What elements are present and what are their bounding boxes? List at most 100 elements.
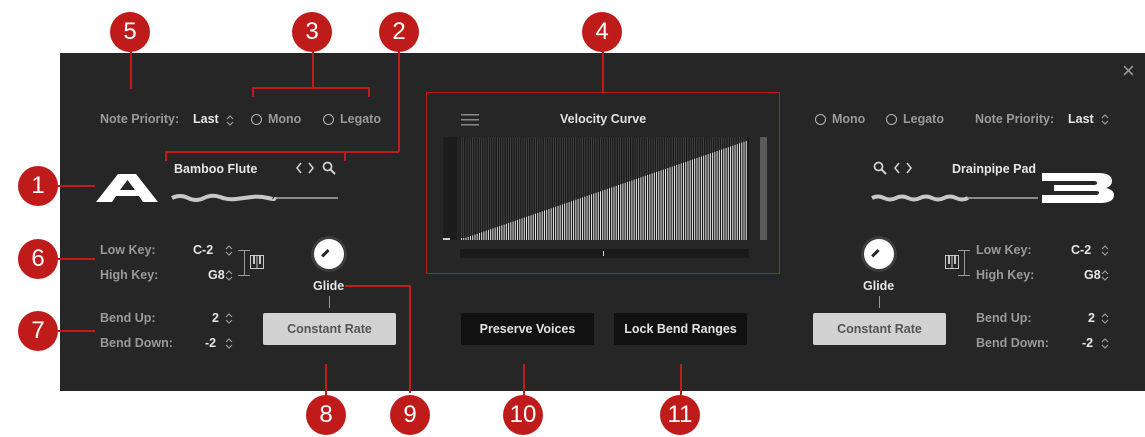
bend-up-label-b: Bend Up:	[976, 311, 1032, 325]
velocity-bar	[678, 164, 680, 240]
sound-name-b[interactable]: Drainpipe Pad	[952, 162, 1036, 176]
note-priority-value-b[interactable]: Last	[1068, 112, 1094, 126]
velocity-bar-bg	[461, 137, 462, 240]
velocity-bar	[709, 153, 711, 240]
legato-radio-b[interactable]	[886, 114, 897, 125]
mono-radio-b[interactable]	[815, 114, 826, 125]
velocity-bar	[660, 170, 662, 240]
bend-up-value-b[interactable]: 2	[1088, 311, 1095, 325]
velocity-bar	[552, 207, 554, 240]
preserve-voices-button[interactable]: Preserve Voices	[461, 313, 594, 345]
low-key-label-a: Low Key:	[100, 243, 156, 257]
legato-radio-a[interactable]	[323, 114, 334, 125]
velocity-curve-graph[interactable]	[460, 137, 749, 240]
velocity-bar	[582, 197, 584, 240]
keyboard-icon[interactable]	[945, 255, 959, 269]
callout-leader	[58, 258, 95, 260]
velocity-bar	[682, 162, 684, 240]
hamburger-menu-icon[interactable]	[461, 113, 479, 127]
velocity-bar	[566, 202, 568, 240]
search-button-b[interactable]	[873, 161, 887, 180]
callout-leader	[252, 87, 369, 89]
bend-down-value-b[interactable]: -2	[1082, 336, 1093, 350]
glide-knob-a[interactable]	[314, 239, 344, 269]
updown-icon[interactable]	[225, 337, 233, 349]
bend-down-label-a: Bend Down:	[100, 336, 173, 350]
velocity-bar	[608, 188, 610, 240]
velocity-bar	[595, 192, 597, 240]
constant-rate-button-b[interactable]: Constant Rate	[813, 313, 946, 345]
velocity-bar	[714, 151, 716, 240]
velocity-bar-bg	[469, 137, 471, 240]
velocity-bar	[626, 181, 628, 240]
callout-leader	[523, 364, 525, 396]
velocity-bar-bg	[499, 137, 500, 240]
updown-icon[interactable]	[225, 269, 233, 281]
bend-up-label-a: Bend Up:	[100, 311, 156, 325]
velocity-bottom-slider-handle[interactable]	[603, 251, 604, 256]
velocity-bar-bg	[494, 137, 496, 240]
velocity-right-slider[interactable]	[760, 137, 767, 240]
callout-2: 2	[379, 12, 419, 52]
velocity-bar	[463, 238, 465, 240]
velocity-bar	[662, 169, 664, 240]
bend-down-value-a[interactable]: -2	[205, 336, 216, 350]
velocity-bar	[723, 148, 725, 240]
velocity-bar-bg	[485, 137, 487, 240]
velocity-bar	[611, 187, 613, 240]
velocity-bar	[631, 180, 633, 240]
updown-icon	[226, 115, 234, 126]
velocity-bar	[492, 228, 494, 240]
velocity-bar	[644, 175, 646, 240]
updown-icon[interactable]	[225, 244, 233, 256]
keyboard-icon[interactable]	[250, 255, 264, 269]
velocity-bar	[461, 238, 462, 240]
low-key-value-b[interactable]: C-2	[1071, 243, 1091, 257]
key-range-bracket	[964, 250, 965, 275]
callout-leader	[602, 50, 604, 92]
high-key-value-b[interactable]: G8	[1084, 268, 1101, 282]
velocity-bar	[694, 158, 696, 240]
mono-radio-a[interactable]	[251, 114, 262, 125]
prev-next-buttons-b[interactable]	[893, 161, 913, 180]
velocity-bar	[658, 171, 660, 240]
velocity-bar	[546, 209, 548, 240]
updown-icon[interactable]	[1101, 312, 1109, 324]
updown-icon[interactable]	[225, 312, 233, 324]
low-key-label-b: Low Key:	[976, 243, 1032, 257]
updown-icon[interactable]	[1101, 113, 1109, 125]
velocity-bar	[485, 230, 487, 240]
low-key-value-a[interactable]: C-2	[193, 243, 213, 257]
velocity-bottom-slider-track[interactable]	[460, 249, 749, 258]
velocity-bar	[557, 205, 559, 240]
glide-connector	[879, 296, 880, 308]
velocity-left-slider-track[interactable]	[443, 137, 457, 240]
updown-icon[interactable]	[1101, 337, 1109, 349]
updown-icon[interactable]	[1101, 269, 1109, 281]
bend-up-value-a[interactable]: 2	[212, 311, 219, 325]
velocity-bar	[487, 229, 489, 240]
velocity-bar	[512, 221, 514, 240]
prev-next-buttons-a[interactable]	[295, 161, 315, 180]
velocity-bar	[718, 150, 720, 240]
velocity-bar	[703, 155, 705, 240]
note-priority-stepper-a[interactable]	[226, 113, 234, 131]
velocity-bar	[517, 219, 519, 240]
velocity-bar	[691, 159, 693, 240]
velocity-bar	[707, 154, 709, 240]
legato-label-a: Legato	[340, 112, 381, 126]
updown-icon[interactable]	[1101, 244, 1109, 256]
sound-name-a[interactable]: Bamboo Flute	[174, 162, 257, 176]
velocity-bar-bg	[487, 137, 489, 240]
close-icon[interactable]: ×	[1122, 60, 1135, 82]
high-key-value-a[interactable]: G8	[208, 268, 225, 282]
constant-rate-button-a[interactable]: Constant Rate	[263, 313, 396, 345]
glide-knob-b[interactable]	[864, 239, 894, 269]
note-priority-value-a[interactable]: Last	[193, 112, 219, 126]
lock-bend-ranges-button[interactable]: Lock Bend Ranges	[614, 313, 747, 345]
velocity-bar	[680, 163, 682, 240]
velocity-bar	[656, 171, 658, 240]
velocity-bar	[476, 233, 478, 240]
velocity-left-slider-handle[interactable]	[443, 238, 450, 240]
search-button-a[interactable]	[322, 161, 336, 180]
